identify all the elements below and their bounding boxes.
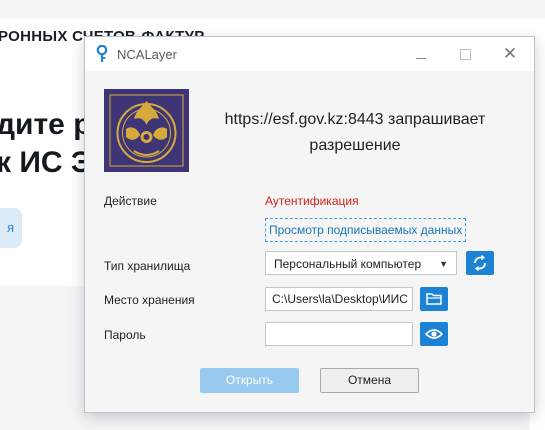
password-label: Пароль xyxy=(104,328,146,342)
action-value: Аутентификация xyxy=(265,194,359,208)
storage-type-value: Персональный компьютер xyxy=(274,257,422,271)
request-message: https://esf.gov.kz:8443 запрашивает разр… xyxy=(205,107,505,159)
close-icon[interactable]: ✕ xyxy=(499,43,521,65)
minimize-icon[interactable] xyxy=(410,43,432,65)
cancel-button[interactable]: Отмена xyxy=(320,368,419,393)
request-message-line1: https://esf.gov.kz:8443 запрашивает xyxy=(224,111,486,128)
emblem-icon xyxy=(104,89,189,172)
request-message-line2: разрешение xyxy=(309,137,401,154)
dialog-title: NCALayer xyxy=(117,47,177,62)
refresh-button[interactable] xyxy=(466,251,494,275)
dialog-titlebar[interactable]: NCALayer ✕ xyxy=(85,37,534,71)
browse-folder-button[interactable] xyxy=(420,287,448,311)
ncalayer-dialog: NCALayer ✕ https://esf.gov.kz:8443 запра… xyxy=(84,36,535,413)
open-button[interactable]: Открыть xyxy=(200,368,299,393)
action-label: Действие xyxy=(104,194,157,208)
storage-place-label: Место хранения xyxy=(104,293,195,307)
hero-button-label: я xyxy=(6,220,14,235)
page-top-strip xyxy=(0,0,545,18)
storage-path-field[interactable]: C:\Users\la\Desktop\ИИС xyxy=(265,287,413,311)
dropdown-arrow-icon: ▼ xyxy=(439,259,448,269)
hero-heading-line1: дите р xyxy=(0,108,92,141)
refresh-icon xyxy=(474,254,486,272)
folder-icon xyxy=(426,293,442,305)
show-password-button[interactable] xyxy=(420,322,448,346)
storage-type-label: Тип хранилища xyxy=(104,259,191,273)
maximize-icon[interactable] xyxy=(454,43,476,65)
hero-button[interactable]: я xyxy=(0,208,22,248)
view-signed-data-link[interactable]: Просмотр подписываемых данных xyxy=(265,218,467,242)
password-field[interactable] xyxy=(265,322,413,346)
ncalayer-key-icon xyxy=(96,45,108,62)
eye-icon xyxy=(424,329,444,339)
storage-type-select[interactable]: Персональный компьютер ▼ xyxy=(265,251,457,275)
